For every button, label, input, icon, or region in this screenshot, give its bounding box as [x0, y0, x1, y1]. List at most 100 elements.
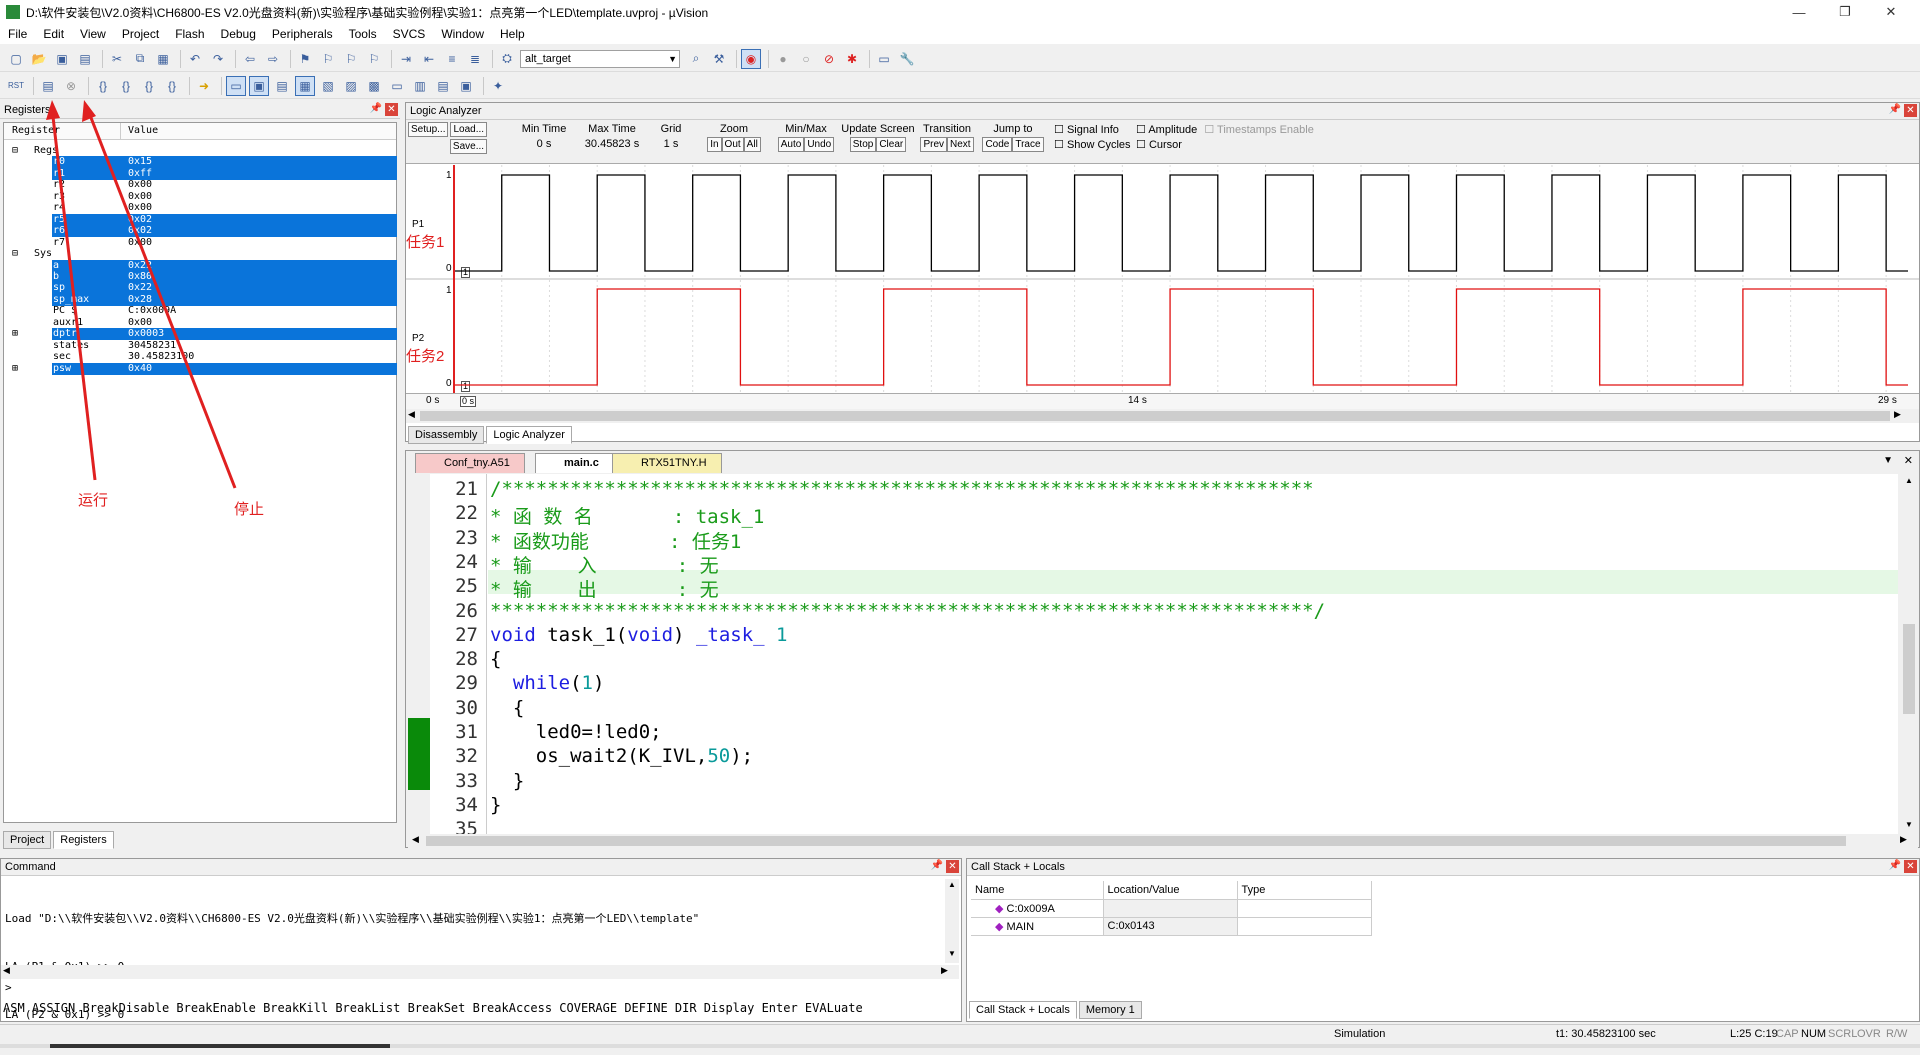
waveform-area[interactable]: P1 任务1 P2 任务2 1 0 1 0 1 1 0 s 0 s 14 s 2… [406, 165, 1919, 425]
breakpoint-enable-icon[interactable]: ○ [796, 49, 816, 69]
command-input[interactable]: > [5, 981, 955, 997]
uncomment-icon[interactable]: ≣ [465, 49, 485, 69]
window-layout-icon[interactable]: ▭ [874, 49, 894, 69]
doctab-conf-tny[interactable]: Conf_tny.A51 [415, 453, 525, 473]
next-button[interactable]: Next [947, 137, 974, 152]
editor-close-icon[interactable]: ✕ [1904, 454, 1913, 467]
menu-help[interactable]: Help [492, 27, 533, 41]
code-line[interactable]: * 输 入 : 无 [490, 551, 719, 578]
close-icon[interactable]: ✕ [1904, 104, 1917, 117]
scroll-left-icon[interactable]: ◀ [3, 965, 10, 976]
maximize-button[interactable]: ❐ [1822, 0, 1868, 24]
pin-icon[interactable]: 📌 [1889, 860, 1901, 871]
settings-icon[interactable]: 🔧 [897, 49, 917, 69]
logic-analyzer-header: Logic Analyzer 📌 ✕ [406, 103, 1919, 120]
timestamps-checkbox[interactable]: ☐ [1204, 124, 1214, 136]
breakpoint-kill-icon[interactable]: ✱ [842, 49, 862, 69]
scroll-down-icon[interactable]: ▼ [1905, 820, 1913, 829]
save-button[interactable]: Save... [449, 139, 488, 154]
editor-menu-icon[interactable]: ▼ [1883, 455, 1893, 466]
prev-button[interactable]: Prev [920, 137, 947, 152]
debug-session-icon[interactable]: ◉ [741, 48, 761, 69]
auto-button[interactable]: Auto [777, 137, 805, 152]
code-line[interactable]: * 输 出 : 无 [490, 575, 719, 602]
command-hscrollbar[interactable]: ◀ ▶ [1, 965, 959, 979]
update-stop-button[interactable]: Stop [849, 137, 877, 152]
table-row[interactable]: ◆ C:0x009A [971, 898, 1372, 918]
setup-button[interactable]: Setup... [408, 122, 449, 137]
breakpoint-insert-icon[interactable]: ● [773, 49, 793, 69]
pin-icon[interactable]: 📌 [1889, 104, 1901, 115]
scroll-up-icon[interactable]: ▲ [948, 880, 956, 889]
analysis-window-icon[interactable]: ▥ [410, 76, 430, 96]
command-scrollbar[interactable]: ▲ ▼ [945, 879, 959, 963]
scroll-left-icon[interactable]: ◀ [412, 834, 419, 845]
cursor-checkbox[interactable]: ☐ [1136, 139, 1146, 151]
update-clear-button[interactable]: Clear [876, 137, 907, 152]
la-hscrollbar[interactable]: ◀ ▶ [406, 409, 1919, 423]
show-cycles-checkbox[interactable]: ☐ [1054, 139, 1064, 151]
la-minmax: Min/Max Auto Undo [774, 123, 838, 152]
jump-trace-button[interactable]: Trace [1012, 137, 1044, 152]
tab-disassembly[interactable]: Disassembly [408, 426, 485, 444]
scroll-thumb[interactable] [426, 836, 1846, 846]
find-icon[interactable]: ⌕ [686, 49, 706, 69]
load-button[interactable]: Load... [450, 122, 488, 137]
editor-vscrollbar[interactable]: ▲ ▼ [1900, 474, 1918, 834]
amplitude-checkbox[interactable]: ☐ [1136, 124, 1146, 136]
scroll-right-icon[interactable]: ▶ [941, 965, 948, 976]
code-line[interactable]: void task_1(void) _task_ 1 [490, 624, 787, 646]
code-line[interactable]: { [490, 648, 501, 670]
la-min-time: Min Time 0 s [514, 123, 574, 150]
code-line[interactable]: * 函 数 名 : task_1 [490, 502, 764, 529]
system-viewer-icon[interactable]: ▣ [456, 76, 476, 96]
scroll-down-icon[interactable]: ▼ [948, 949, 956, 958]
code-line[interactable]: } [490, 770, 524, 792]
doctab-main-c[interactable]: main.c [535, 453, 614, 473]
tab-project[interactable]: Project [3, 831, 52, 849]
code-line[interactable]: led0=!led0; [490, 721, 662, 743]
close-button[interactable]: ✕ [1868, 0, 1914, 24]
pin-icon[interactable]: 📌 [931, 860, 943, 871]
undo-button[interactable]: Undo [804, 137, 835, 152]
scroll-up-icon[interactable]: ▲ [1905, 476, 1913, 485]
tab-memory-1[interactable]: Memory 1 [1078, 1001, 1142, 1019]
trace-window-icon[interactable]: ▤ [433, 76, 453, 96]
code-line[interactable]: { [490, 697, 524, 719]
code-editor[interactable]: 21 /*************************************… [408, 474, 1898, 834]
unindent-icon[interactable]: ⇤ [419, 49, 439, 69]
code-line[interactable]: } [490, 794, 501, 816]
signal-info-checkbox[interactable]: ☐ [1054, 124, 1064, 136]
zoom-out-button[interactable]: Out [721, 137, 744, 152]
code-line[interactable]: ****************************************… [490, 600, 1325, 622]
scroll-right-icon[interactable]: ▶ [1900, 834, 1907, 845]
zoom-in-button[interactable]: In [707, 137, 722, 152]
doctab-rtx51tny-h[interactable]: RTX51TNY.H [612, 453, 722, 473]
scroll-right-icon[interactable]: ▶ [1894, 409, 1901, 420]
target-select[interactable]: alt_target ▼ [520, 49, 680, 68]
insights-icon[interactable]: ⚒ [709, 49, 729, 69]
table-row[interactable]: ◆ MAIN C:0x0143 [971, 916, 1372, 936]
code-line[interactable]: os_wait2(K_IVL,50); [490, 745, 753, 767]
code-token: * 输 入 : 无 [490, 554, 719, 577]
toolbox-icon[interactable]: ✦ [488, 76, 508, 96]
tab-call-stack[interactable]: Call Stack + Locals [969, 1001, 1077, 1019]
menu-window[interactable]: Window [433, 27, 492, 41]
close-icon[interactable]: ✕ [1904, 860, 1917, 873]
zoom-all-button[interactable]: All [743, 137, 761, 152]
tab-registers[interactable]: Registers [53, 831, 114, 849]
scroll-thumb[interactable] [1903, 624, 1915, 714]
scroll-left-icon[interactable]: ◀ [408, 409, 415, 420]
scroll-thumb[interactable] [420, 411, 1890, 421]
tab-logic-analyzer[interactable]: Logic Analyzer [486, 426, 572, 444]
code-line[interactable]: /***************************************… [490, 478, 1314, 500]
editor-hscrollbar[interactable]: ◀ ▶ [408, 834, 1918, 848]
minimize-button[interactable]: — [1776, 0, 1822, 24]
breakpoint-disable-icon[interactable]: ⊘ [819, 49, 839, 69]
close-icon[interactable]: ✕ [946, 860, 959, 873]
command-keywords: ASM ASSIGN BreakDisable BreakEnable Brea… [3, 1001, 863, 1015]
code-line[interactable]: * 函数功能 : 任务1 [490, 527, 741, 554]
comment-icon[interactable]: ≡ [442, 49, 462, 69]
code-line[interactable]: while(1) [490, 672, 605, 694]
jump-code-button[interactable]: Code [982, 137, 1013, 152]
